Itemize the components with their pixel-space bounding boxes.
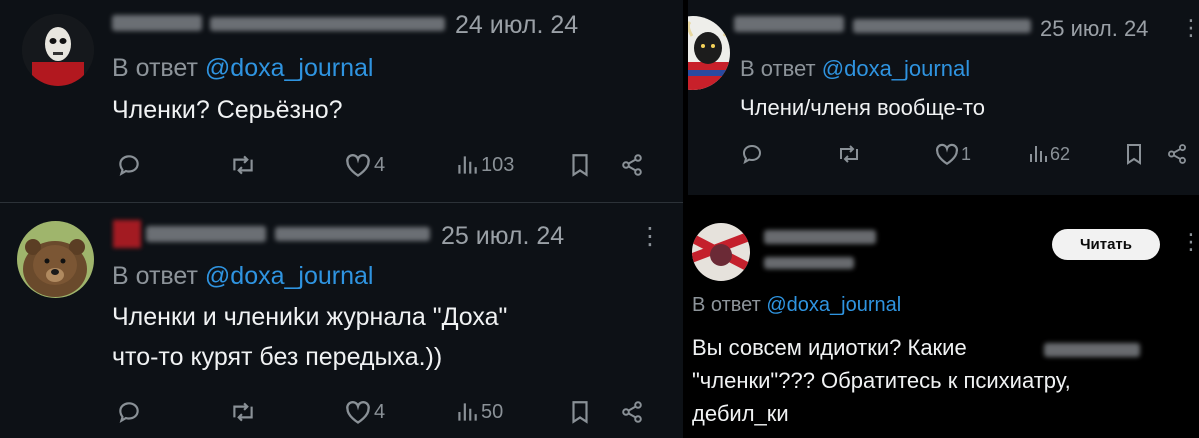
read-button[interactable]: Читать	[1052, 229, 1160, 260]
tweet-date[interactable]: 25 июл. 24	[441, 222, 564, 251]
right-bottom-panel: Читать ⋮ В ответ @doxa_journal Вы совсем…	[688, 205, 1199, 438]
username-blurred	[734, 16, 844, 32]
view-count: 103	[481, 153, 515, 176]
more-options-icon[interactable]: ⋮	[638, 222, 662, 251]
username-blurred	[146, 226, 266, 242]
bear-avatar-icon	[17, 221, 94, 298]
reply-prefix: В ответ	[112, 54, 198, 82]
tweet-text-line: "членки"??? Обратитесь к психиатру,	[692, 368, 1071, 393]
bookmark-button[interactable]	[569, 152, 591, 178]
tweet-divider	[0, 202, 683, 203]
bookmark-icon	[572, 154, 588, 177]
flag-mask-avatar-icon	[692, 223, 750, 281]
reply-icon	[119, 155, 139, 176]
like-button[interactable]: 4	[344, 152, 385, 178]
reply-handle-link[interactable]: @doxa_journal	[205, 262, 374, 290]
avatar[interactable]	[688, 16, 730, 90]
handle-blurred	[210, 17, 445, 31]
tweet-date[interactable]: 24 июл. 24	[455, 11, 578, 40]
views-button[interactable]: 62	[1028, 142, 1070, 166]
like-count: 1	[961, 143, 972, 164]
views-chart-icon	[458, 156, 477, 174]
view-count: 62	[1050, 143, 1071, 164]
repost-button[interactable]	[229, 152, 257, 178]
view-count: 50	[481, 400, 504, 423]
like-button[interactable]: 4	[344, 399, 385, 425]
handle-blurred	[853, 19, 1031, 33]
tweet-text-line: Членки и члениkи журнала "Доха"	[112, 303, 508, 331]
share-button[interactable]	[1166, 142, 1188, 166]
share-button[interactable]	[620, 399, 644, 425]
reply-handle-link[interactable]: @doxa_journal	[205, 54, 374, 82]
heart-icon	[346, 154, 370, 177]
views-chart-icon	[1030, 146, 1047, 162]
repost-button[interactable]	[229, 399, 257, 425]
like-count: 4	[374, 400, 386, 423]
views-button[interactable]: 103	[456, 152, 514, 178]
bookmark-icon	[1127, 144, 1141, 165]
tweet-date[interactable]: 25 июл. 24	[1040, 16, 1148, 42]
bull-emblem-avatar-icon	[688, 16, 730, 90]
redacted-word-blurred	[1044, 343, 1140, 357]
more-options-icon[interactable]: ⋮	[1180, 229, 1199, 255]
reply-prefix: В ответ	[112, 262, 198, 290]
tweet-text-line: Вы совсем идиотки? Какие	[692, 335, 967, 360]
share-button[interactable]	[620, 152, 644, 178]
reply-button[interactable]	[116, 399, 142, 425]
reply-to: В ответ @doxa_journal	[112, 54, 373, 83]
handle-blurred	[275, 227, 430, 241]
username-blurred	[112, 15, 202, 31]
reply-prefix: В ответ	[692, 294, 761, 316]
bookmark-icon	[572, 401, 588, 424]
avatar[interactable]	[17, 221, 94, 298]
reply-icon	[119, 402, 139, 423]
repost-button[interactable]	[836, 142, 862, 166]
reply-to: В ответ @doxa_journal	[692, 294, 901, 317]
tweet-text-line: Члени/членя вообще-то	[740, 95, 985, 120]
tweet-text-line: дебил_ки	[692, 401, 789, 426]
reply-to: В ответ @doxa_journal	[112, 262, 373, 291]
avatar[interactable]	[22, 14, 94, 86]
username-blurred	[764, 230, 876, 244]
reply-to: В ответ @doxa_journal	[740, 56, 970, 82]
reply-prefix: В ответ	[740, 56, 816, 81]
left-panel: 24 июл. 24 В ответ @doxa_journal Членки?…	[0, 0, 683, 438]
share-icon	[622, 401, 642, 423]
like-count: 4	[374, 153, 386, 176]
repost-icon	[233, 155, 253, 175]
heart-icon	[936, 143, 958, 166]
reply-button[interactable]	[740, 142, 764, 166]
share-icon	[1168, 144, 1186, 164]
reply-handle-link[interactable]: @doxa_journal	[822, 56, 970, 81]
heart-icon	[346, 401, 370, 424]
like-button[interactable]: 1	[934, 142, 971, 166]
share-icon	[622, 154, 642, 176]
skull-mask-avatar-icon	[22, 14, 94, 86]
views-button[interactable]: 50	[456, 399, 503, 425]
right-top-panel: 25 июл. 24 ⋮ В ответ @doxa_journal Члени…	[688, 0, 1199, 195]
avatar[interactable]	[692, 223, 750, 281]
flag-icon-blurred	[113, 220, 141, 248]
tweet-text-line: Членки? Серьёзно?	[112, 96, 343, 124]
more-options-icon[interactable]: ⋮	[1180, 15, 1199, 41]
reply-handle-link[interactable]: @doxa_journal	[766, 294, 901, 316]
handle-blurred	[764, 257, 854, 269]
tweet-text-line: что-то курят без передыха.))	[112, 343, 443, 371]
views-chart-icon	[458, 403, 477, 421]
reply-button[interactable]	[116, 152, 142, 178]
bookmark-button[interactable]	[1124, 142, 1144, 166]
bookmark-button[interactable]	[569, 399, 591, 425]
reply-icon	[742, 144, 762, 165]
repost-icon	[233, 402, 253, 422]
repost-icon	[840, 145, 858, 163]
